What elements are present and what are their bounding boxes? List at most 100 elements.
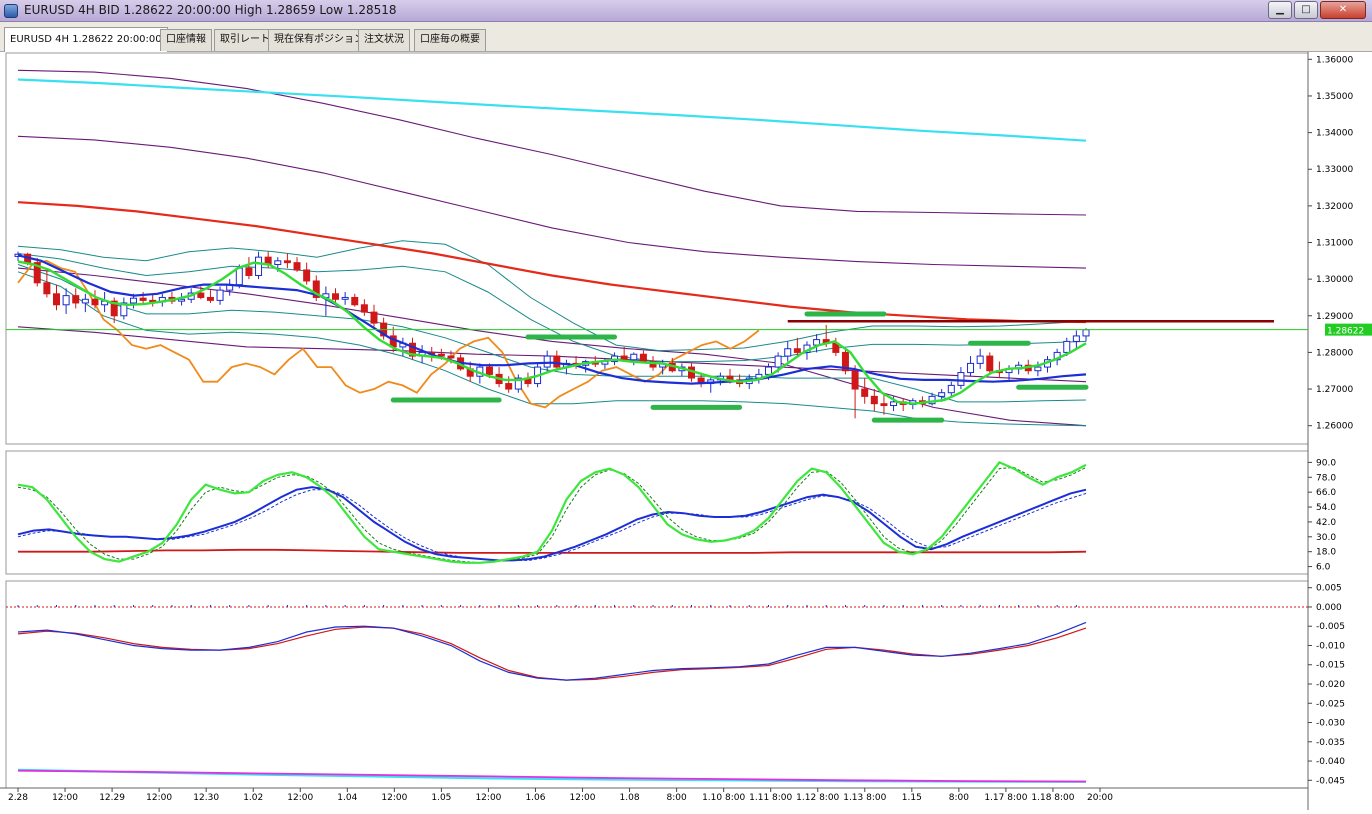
x-tick-label: 1.05 <box>431 793 451 803</box>
tab-bar: EURUSD 4H 1.28622 20:00:00 口座情報 取引レート 現在… <box>0 22 1372 52</box>
y-tick-label: 6.0 <box>1316 563 1331 573</box>
y-tick-label: -0.020 <box>1316 680 1345 690</box>
y-tick-label: 18.0 <box>1316 548 1336 558</box>
x-tick-label: 12:00 <box>52 793 78 803</box>
bull-candle <box>774 355 782 368</box>
bear-candle <box>986 355 994 372</box>
panel-frame-2 <box>5 580 1309 789</box>
x-tick-label: 1.04 <box>337 793 357 803</box>
bear-candle <box>332 293 340 300</box>
bear-candle <box>43 282 51 295</box>
y-tick-label: 54.0 <box>1316 503 1336 513</box>
ma-fast-line <box>17 260 1087 405</box>
bollinger-line <box>17 253 1087 363</box>
envelope-line <box>17 69 1087 216</box>
x-tick-label: 8:00 <box>949 793 969 803</box>
bull-candle <box>1034 366 1042 372</box>
maximize-button[interactable]: □ <box>1294 1 1318 19</box>
bull-candle <box>890 401 898 407</box>
panel-frame-0 <box>5 52 1309 445</box>
x-tick-label: 1.02 <box>243 793 263 803</box>
tab-positions[interactable]: 現在保有ポジション <box>268 29 370 51</box>
minimize-button[interactable]: ▁ <box>1268 1 1292 19</box>
x-tick-label: 1.17 8:00 <box>984 793 1027 803</box>
x-tick-label: 12:00 <box>146 793 172 803</box>
bear-candle <box>351 296 359 306</box>
bull-candle <box>129 297 137 304</box>
bear-candle <box>639 353 647 363</box>
current-price-label: 1.28622 <box>1327 327 1364 337</box>
bear-candle <box>72 295 80 304</box>
bull-candle <box>81 298 89 304</box>
bull-candle <box>957 372 965 386</box>
chart-canvas[interactable]: 1.36000 1.35000 1.34000 1.33000 1.32000 1.310… <box>0 52 1372 810</box>
x-tick-label: 8:00 <box>666 793 686 803</box>
y-tick-label: -0.040 <box>1316 757 1345 767</box>
y-tick-label: 1.29000 <box>1316 312 1353 322</box>
ichimoku-line <box>17 259 760 409</box>
x-tick-label: 1.12 8:00 <box>796 793 839 803</box>
bull-candle <box>543 355 551 368</box>
tab-orders[interactable]: 注文状況 <box>358 29 410 51</box>
bear-candle <box>293 262 301 271</box>
bear-candle <box>370 311 378 324</box>
bull-candle <box>976 355 984 364</box>
bear-candle <box>447 355 455 359</box>
bull-candle <box>274 260 282 265</box>
chart-area[interactable]: 1.36000 1.35000 1.34000 1.33000 1.32000 1.310… <box>0 52 1372 810</box>
tab-chart[interactable]: EURUSD 4H 1.28622 20:00:00 <box>4 27 168 52</box>
bear-candle <box>485 366 493 375</box>
bear-candle <box>91 298 99 306</box>
envelope-line <box>17 135 1087 269</box>
y-tick-label: 30.0 <box>1316 533 1336 543</box>
y-tick-label: -0.025 <box>1316 699 1345 709</box>
y-tick-label: 90.0 <box>1316 458 1336 468</box>
bull-candle <box>1063 340 1071 353</box>
y-tick-label: 1.35000 <box>1316 92 1353 102</box>
tab-account-info[interactable]: 口座情報 <box>160 29 212 51</box>
tab-account-summary[interactable]: 口座毎の概要 <box>414 29 486 51</box>
y-tick-label: -0.045 <box>1316 776 1345 786</box>
x-tick-label: 1.13 8:00 <box>843 793 886 803</box>
bear-candle <box>360 304 368 313</box>
x-tick-label: 12.29 <box>99 793 125 803</box>
y-tick-label: 1.33000 <box>1316 165 1353 175</box>
bollinger-line <box>17 240 1087 352</box>
x-tick-label: 12:00 <box>475 793 501 803</box>
bear-candle <box>139 297 147 301</box>
x-tick-label: 12:00 <box>570 793 596 803</box>
close-button[interactable]: ✕ <box>1320 1 1366 19</box>
y-tick-label: 42.0 <box>1316 518 1336 528</box>
bull-candle <box>62 295 70 306</box>
bear-candle <box>861 388 869 397</box>
y-tick-label: 1.34000 <box>1316 129 1353 139</box>
bull-candle <box>764 366 772 375</box>
bull-candle <box>216 289 224 301</box>
y-tick-label: 78.0 <box>1316 473 1336 483</box>
y-tick-label: -0.015 <box>1316 661 1345 671</box>
x-tick-label: 12.30 <box>193 793 219 803</box>
bear-candle <box>880 403 888 407</box>
y-tick-label: -0.010 <box>1316 641 1345 651</box>
y-tick-label: 0.000 <box>1316 603 1342 613</box>
tab-rates[interactable]: 取引レート <box>214 29 276 51</box>
x-tick-label: 1.06 <box>525 793 545 803</box>
ma-long-line <box>17 201 1087 324</box>
app-icon <box>4 4 18 18</box>
bear-candle <box>437 353 445 357</box>
window-titlebar: EURUSD 4H BID 1.28622 20:00:00 High 1.28… <box>0 0 1372 22</box>
bull-candle <box>938 392 946 397</box>
bear-candle <box>303 269 311 282</box>
y-tick-label: 1.30000 <box>1316 275 1353 285</box>
x-tick-label: 20:00 <box>1087 793 1113 803</box>
y-tick-label: 1.26000 <box>1316 422 1353 432</box>
bull-candle <box>630 353 638 361</box>
bear-candle <box>851 370 859 390</box>
bull-candle <box>1082 329 1090 337</box>
bear-candle <box>553 355 561 368</box>
x-tick-label: 12:00 <box>381 793 407 803</box>
bull-candle <box>967 362 975 374</box>
x-tick-label: 2.28 <box>8 793 28 803</box>
x-tick-label: 1.15 <box>902 793 922 803</box>
window-title: EURUSD 4H BID 1.28622 20:00:00 High 1.28… <box>24 3 397 17</box>
